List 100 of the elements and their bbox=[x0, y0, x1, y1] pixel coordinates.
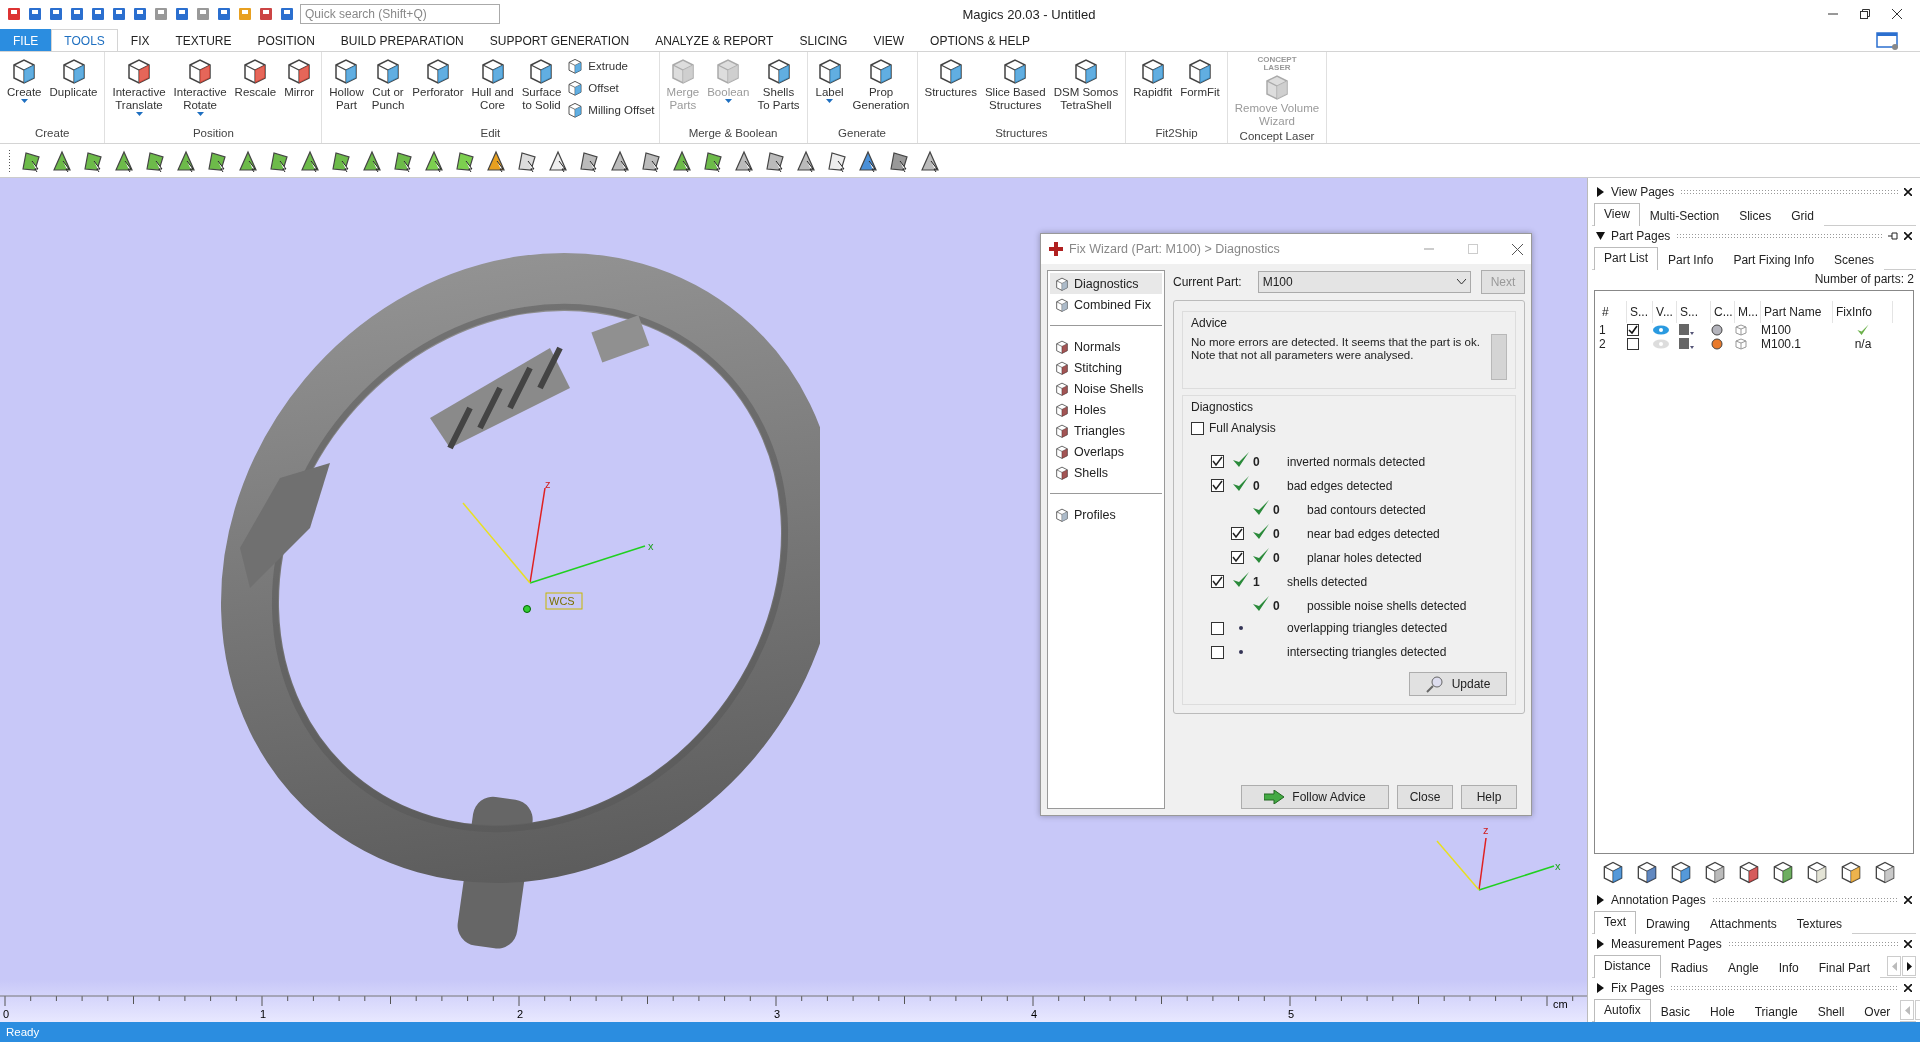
ribbon-button[interactable]: Cut or Punch bbox=[368, 54, 408, 127]
ribbon-button[interactable]: Interactive Translate bbox=[109, 54, 169, 127]
close-icon[interactable] bbox=[1904, 940, 1912, 948]
checkbox[interactable] bbox=[1231, 551, 1244, 564]
ribbon-tab[interactable]: TOOLS bbox=[51, 29, 118, 52]
toolbar-icon[interactable] bbox=[27, 6, 43, 22]
selection-tool-icon[interactable] bbox=[423, 148, 445, 173]
checkbox[interactable] bbox=[1211, 455, 1224, 468]
close-icon[interactable] bbox=[1892, 9, 1902, 19]
eye-icon[interactable] bbox=[1653, 325, 1669, 335]
column-header[interactable]: C... bbox=[1711, 301, 1735, 323]
selection-tool-icon[interactable] bbox=[795, 148, 817, 173]
nav-item[interactable]: Normals bbox=[1050, 336, 1162, 357]
window-settings-icon[interactable] bbox=[1876, 31, 1900, 51]
ribbon-button[interactable]: DSM Somos TetraShell bbox=[1050, 54, 1122, 127]
dialog-button[interactable]: Close bbox=[1397, 785, 1453, 809]
scroll-right-button[interactable] bbox=[1902, 956, 1916, 976]
selection-tool-icon[interactable] bbox=[237, 148, 259, 173]
ribbon-button[interactable]: Rapidfit bbox=[1130, 54, 1176, 127]
ribbon-button[interactable]: Interactive Rotate bbox=[170, 54, 230, 127]
nav-item[interactable]: Overlaps bbox=[1050, 441, 1162, 462]
ribbon-button[interactable]: Shells To Parts bbox=[754, 54, 803, 127]
column-header[interactable]: M... bbox=[1735, 301, 1761, 323]
ribbon-button[interactable]: Prop Generation bbox=[849, 54, 913, 127]
ribbon-button[interactable]: Mirror bbox=[281, 54, 318, 127]
nav-item[interactable]: Profiles bbox=[1050, 504, 1162, 525]
shading-icon[interactable] bbox=[1677, 324, 1695, 336]
expand-arrow-icon[interactable] bbox=[1596, 939, 1605, 949]
selection-tool-icon[interactable] bbox=[857, 148, 879, 173]
ribbon-button[interactable]: Hollow Part bbox=[326, 54, 367, 127]
close-icon[interactable] bbox=[1512, 243, 1523, 255]
selection-tool-icon[interactable] bbox=[547, 148, 569, 173]
toolbar-icon[interactable] bbox=[6, 6, 22, 22]
checkbox[interactable] bbox=[1211, 645, 1224, 659]
ribbon-button[interactable]: Rescale bbox=[231, 54, 280, 127]
ribbon-button[interactable]: Milling Offset bbox=[566, 100, 655, 120]
toolbar-icon[interactable] bbox=[48, 6, 64, 22]
ribbon-button[interactable]: Create bbox=[4, 54, 45, 127]
ribbon-button[interactable]: Extrude bbox=[566, 56, 655, 76]
ribbon-button[interactable]: Structures bbox=[921, 54, 980, 127]
color-dot[interactable] bbox=[1711, 324, 1723, 336]
shading-icon[interactable] bbox=[1677, 338, 1695, 350]
restore-icon[interactable] bbox=[1860, 9, 1870, 19]
selection-tool-icon[interactable] bbox=[671, 148, 693, 173]
checkbox[interactable] bbox=[1191, 421, 1204, 435]
toolbar-icon[interactable] bbox=[69, 6, 85, 22]
close-icon[interactable] bbox=[1904, 188, 1912, 196]
nav-item[interactable]: Triangles bbox=[1050, 420, 1162, 441]
checkbox[interactable] bbox=[1231, 527, 1244, 540]
column-header[interactable]: # bbox=[1599, 301, 1627, 323]
toolbar-icon[interactable] bbox=[195, 6, 211, 22]
expand-arrow-icon[interactable] bbox=[1596, 187, 1605, 197]
toolbar-icon[interactable] bbox=[132, 6, 148, 22]
close-icon[interactable] bbox=[1904, 896, 1912, 904]
ribbon-button[interactable]: Perforator bbox=[409, 54, 467, 127]
close-icon[interactable] bbox=[1904, 232, 1912, 240]
selection-tool-icon[interactable] bbox=[51, 148, 73, 173]
quick-search-field[interactable]: Quick search (Shift+Q) bbox=[300, 4, 500, 24]
nav-item[interactable]: Holes bbox=[1050, 399, 1162, 420]
selection-tool-icon[interactable] bbox=[919, 148, 941, 173]
expand-arrow-icon[interactable] bbox=[1596, 983, 1605, 993]
panel-tab[interactable]: Text bbox=[1594, 911, 1636, 934]
panel-tab[interactable]: Part List bbox=[1594, 247, 1658, 270]
checkbox[interactable] bbox=[1211, 479, 1224, 492]
checkbox[interactable] bbox=[1627, 324, 1639, 336]
selection-tool-icon[interactable] bbox=[733, 148, 755, 173]
column-header[interactable]: Part Name bbox=[1761, 301, 1833, 323]
selection-tool-icon[interactable] bbox=[361, 148, 383, 173]
panel-tab[interactable]: View bbox=[1594, 203, 1640, 226]
toolbar-icon[interactable] bbox=[174, 6, 190, 22]
toolbar-icon[interactable] bbox=[279, 6, 295, 22]
checkbox[interactable] bbox=[1211, 621, 1224, 635]
nav-item[interactable]: Shells bbox=[1050, 462, 1162, 483]
collapse-arrow-icon[interactable] bbox=[1596, 231, 1605, 241]
nav-item[interactable]: Stitching bbox=[1050, 357, 1162, 378]
toolbar-icon[interactable] bbox=[90, 6, 106, 22]
ribbon-button[interactable]: Duplicate bbox=[46, 54, 101, 127]
toolbar-icon[interactable] bbox=[111, 6, 127, 22]
nav-item[interactable]: Noise Shells bbox=[1050, 378, 1162, 399]
toolbar-icon[interactable] bbox=[216, 6, 232, 22]
toolbar-icon[interactable] bbox=[258, 6, 274, 22]
ribbon-button[interactable]: Slice Based Structures bbox=[981, 54, 1049, 127]
dialog-button[interactable]: Help bbox=[1461, 785, 1517, 809]
ribbon-button[interactable]: Hull and Core bbox=[468, 54, 517, 127]
panel-tab[interactable]: Autofix bbox=[1594, 999, 1651, 1022]
selection-tool-icon[interactable] bbox=[609, 148, 631, 173]
nav-item[interactable]: Combined Fix bbox=[1050, 294, 1162, 315]
panel-tab[interactable]: Distance bbox=[1594, 955, 1661, 978]
selection-tool-icon[interactable] bbox=[175, 148, 197, 173]
ribbon-button[interactable]: Label bbox=[811, 54, 848, 127]
selection-tool-icon[interactable] bbox=[485, 148, 507, 173]
checkbox[interactable] bbox=[1627, 338, 1639, 350]
selection-tool-icon[interactable] bbox=[299, 148, 321, 173]
ribbon-button[interactable]: Surface to Solid bbox=[518, 54, 565, 127]
pin-icon[interactable] bbox=[1888, 232, 1898, 240]
scrollbar[interactable] bbox=[1491, 334, 1507, 380]
close-icon[interactable] bbox=[1904, 984, 1912, 992]
update-button[interactable]: Update bbox=[1409, 672, 1507, 696]
column-header[interactable]: S... bbox=[1677, 301, 1711, 323]
column-header[interactable]: V... bbox=[1653, 301, 1677, 323]
